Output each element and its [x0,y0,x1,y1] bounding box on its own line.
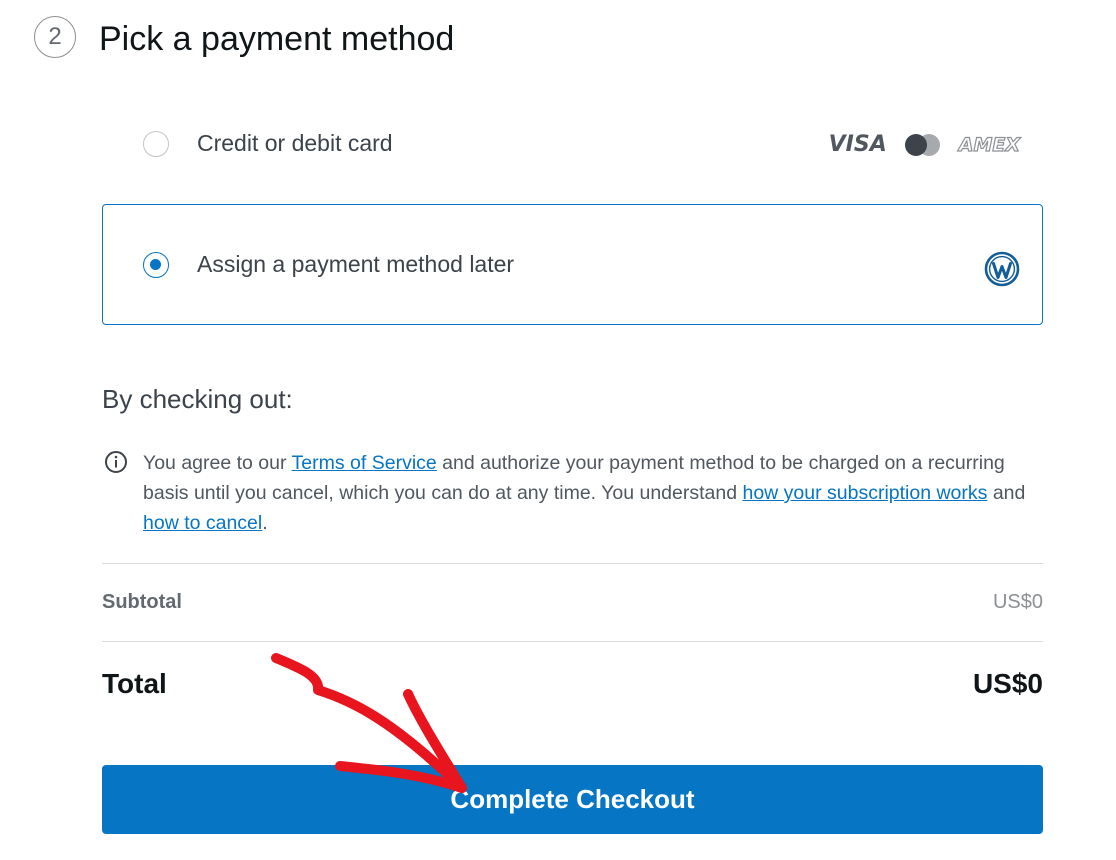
terms-text: You agree to our Terms of Service and au… [143,448,1043,538]
card-logos: VISA AMEX [828,132,1021,157]
radio-selected-dot [150,259,161,270]
amex-logo: AMEX [958,133,1020,156]
mastercard-icon [904,133,941,156]
terms-text-part: . [262,512,268,534]
page-title: Pick a payment method [99,20,455,58]
subscription-info-link[interactable]: how your subscription works [742,482,987,504]
divider [102,563,1043,564]
terms-of-service-link[interactable]: Terms of Service [292,452,437,474]
card-option-label: Credit or debit card [197,130,393,156]
total-value: US$0 [972,668,1043,699]
later-option-label: Assign a payment method later [197,251,515,277]
info-icon [105,451,127,473]
complete-checkout-button[interactable]: Complete Checkout [102,765,1043,834]
card-radio[interactable] [143,131,169,157]
checkout-terms-heading: By checking out: [102,384,293,414]
how-to-cancel-link[interactable]: how to cancel [143,512,262,534]
terms-text-part: and [987,482,1026,504]
subtotal-value: US$0 [992,591,1043,613]
payment-option-later[interactable]: Assign a payment method later [102,204,1043,325]
later-radio[interactable] [143,252,169,278]
divider [102,641,1043,642]
subtotal-label: Subtotal [102,591,182,613]
step-number: 2 [34,16,76,58]
total-label: Total [102,668,167,699]
wordpress-icon [984,251,1020,287]
terms-text-part: You agree to our [143,452,292,474]
visa-logo: VISA [828,132,887,157]
payment-option-card[interactable]: Credit or debit card VISA AMEX [102,100,1043,188]
